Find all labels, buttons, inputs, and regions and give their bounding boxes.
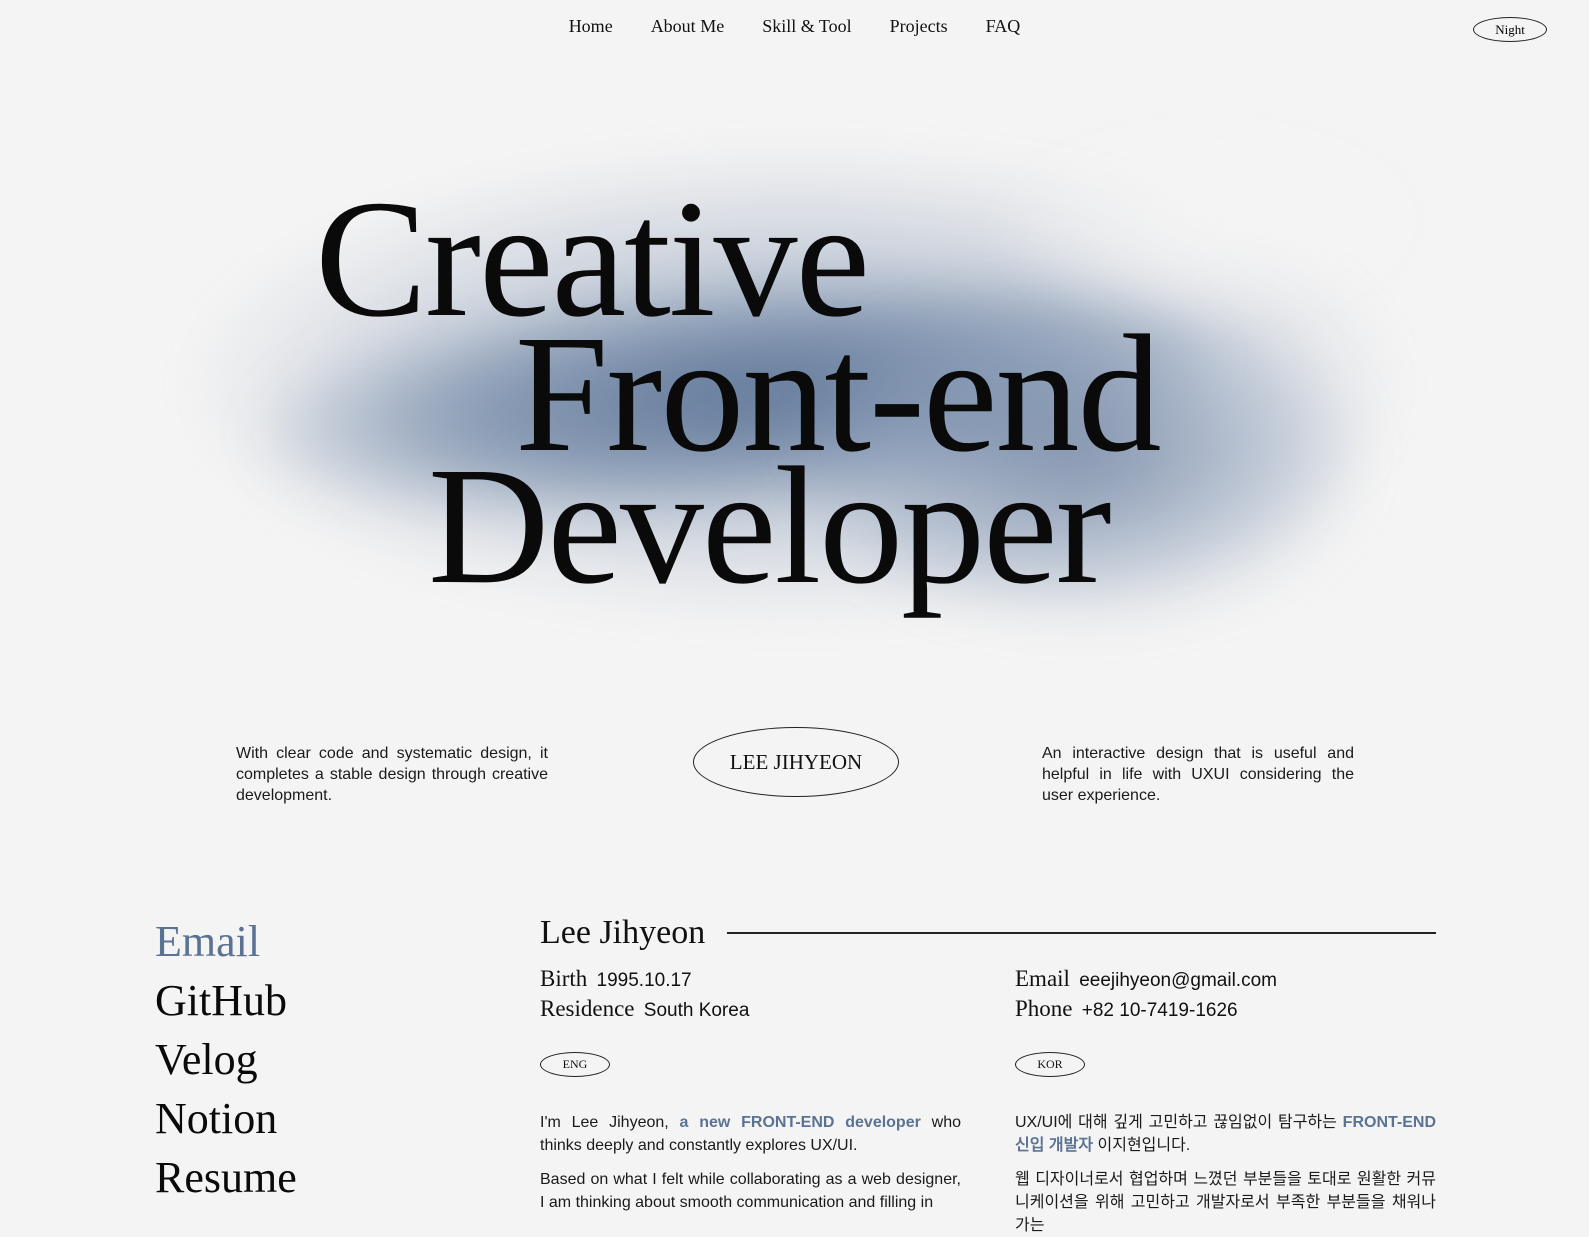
- phone-label: Phone: [1015, 996, 1073, 1021]
- link-velog[interactable]: Velog: [155, 1030, 297, 1089]
- hero-title-line-3: Developer: [428, 433, 1112, 619]
- contact-links: Email GitHub Velog Notion Resume: [155, 912, 297, 1207]
- nav-faq[interactable]: FAQ: [986, 16, 1021, 37]
- about-kor-text: UX/UI에 대해 깊게 고민하고 끊임없이 탐구하는: [1015, 1114, 1337, 1131]
- phone-row: Phone +82 10-7419-1626: [1015, 995, 1277, 1025]
- nav-home[interactable]: Home: [569, 16, 613, 37]
- phone-value: +82 10-7419-1626: [1081, 1000, 1238, 1021]
- link-resume[interactable]: Resume: [155, 1148, 297, 1207]
- email-value[interactable]: eeejihyeon@gmail.com: [1079, 970, 1277, 991]
- profile-info-right: Email eeejihyeon@gmail.com Phone +82 10-…: [1015, 965, 1277, 1025]
- residence-value: South Korea: [643, 1000, 750, 1021]
- profile-name: Lee Jihyeon: [540, 914, 706, 951]
- about-kor-paragraph-2: 웹 디자이너로서 협업하며 느꼈던 부분들을 토대로 원활한 커뮤니케이션을 위…: [1015, 1171, 1436, 1234]
- link-notion[interactable]: Notion: [155, 1089, 297, 1148]
- about-eng-paragraph-2: Based on what I felt while collaborating…: [540, 1171, 961, 1211]
- intro-text-left: With clear code and systematic design, i…: [236, 745, 548, 804]
- nav-about-me[interactable]: About Me: [651, 16, 725, 37]
- night-mode-toggle[interactable]: Night: [1473, 17, 1547, 42]
- link-email[interactable]: Email: [155, 912, 297, 971]
- about-eng-text: I'm Lee Jihyeon,: [540, 1114, 669, 1131]
- eng-badge: ENG: [540, 1052, 610, 1077]
- about-eng-highlight: a new FRONT-END developer: [679, 1114, 921, 1131]
- about-kor-paragraph-1: UX/UI에 대해 깊게 고민하고 끊임없이 탐구하는 FRONT-END 신입…: [1015, 1111, 1436, 1157]
- about-eng-paragraph-1: I'm Lee Jihyeon, a new FRONT-END develop…: [540, 1111, 961, 1157]
- hero-gradient-highlight: [980, 110, 1440, 330]
- email-row: Email eeejihyeon@gmail.com: [1015, 965, 1277, 995]
- email-label: Email: [1015, 966, 1070, 991]
- profile-info-left: Birth 1995.10.17 Residence South Korea: [540, 965, 749, 1025]
- birth-label: Birth: [540, 966, 588, 991]
- intro-text-right: An interactive design that is useful and…: [1042, 745, 1354, 804]
- about-kor-text: 이지현입니다.: [1097, 1137, 1191, 1154]
- profile-divider: [727, 932, 1436, 934]
- birth-value: 1995.10.17: [596, 970, 692, 991]
- link-github[interactable]: GitHub: [155, 971, 297, 1030]
- nav-projects[interactable]: Projects: [890, 16, 948, 37]
- residence-row: Residence South Korea: [540, 995, 749, 1025]
- nav-skill-tool[interactable]: Skill & Tool: [762, 16, 851, 37]
- name-badge: LEE JIHYEON: [693, 727, 899, 797]
- top-nav: Home About Me Skill & Tool Projects FAQ: [0, 16, 1589, 37]
- residence-label: Residence: [540, 996, 635, 1021]
- hero: Creative Front-end Developer: [150, 90, 1440, 680]
- kor-badge: KOR: [1015, 1052, 1085, 1077]
- birth-row: Birth 1995.10.17: [540, 965, 749, 995]
